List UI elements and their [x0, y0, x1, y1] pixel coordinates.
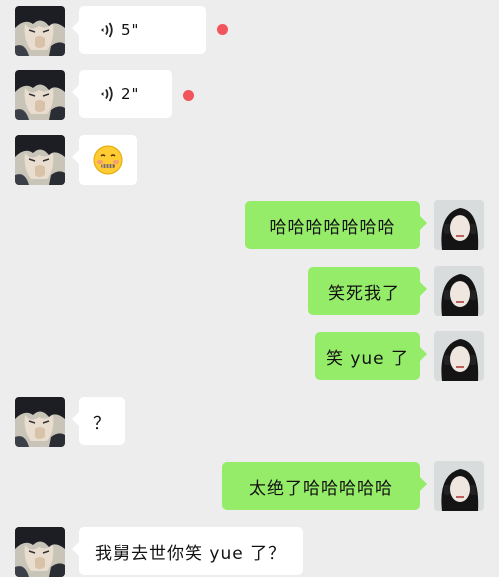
contact-avatar-image: [15, 6, 65, 56]
message-text: ？: [93, 413, 111, 434]
unread-dot: [217, 24, 228, 35]
message-text: 我舅去世你笑 yue 了？: [95, 543, 287, 564]
outgoing-text-bubble[interactable]: 太绝了哈哈哈哈哈: [222, 462, 427, 510]
message-text: 笑死我了: [328, 283, 400, 304]
contact-avatar-image: [15, 527, 65, 577]
incoming-text-bubble[interactable]: 我舅去世你笑 yue 了？: [72, 527, 303, 575]
outgoing-text-bubble[interactable]: 笑死我了: [308, 267, 427, 315]
avatar-self[interactable]: [434, 200, 484, 250]
avatar-self[interactable]: [434, 266, 484, 316]
voice-duration: 5": [121, 21, 140, 39]
self-avatar-image: [434, 331, 484, 381]
voice-wave-icon: [99, 21, 115, 39]
avatar-contact[interactable]: [15, 397, 65, 447]
message-text: 哈哈哈哈哈哈哈: [269, 217, 396, 238]
message-text: 笑 yue 了: [325, 348, 410, 369]
avatar-contact[interactable]: [15, 527, 65, 577]
self-avatar-image: [434, 200, 484, 250]
avatar-contact[interactable]: [15, 70, 65, 120]
incoming-text-bubble[interactable]: ？: [72, 397, 125, 445]
outgoing-text-bubble[interactable]: 哈哈哈哈哈哈哈: [245, 201, 427, 249]
zipper-mouth-face-emoji-icon: [93, 145, 123, 175]
contact-avatar-image: [15, 397, 65, 447]
avatar-contact[interactable]: [15, 135, 65, 185]
message-text: 太绝了哈哈哈哈哈: [249, 478, 393, 499]
voice-wave-icon: [99, 85, 115, 103]
self-avatar-image: [434, 461, 484, 511]
voice-duration: 2": [121, 85, 140, 103]
self-avatar-image: [434, 266, 484, 316]
contact-avatar-image: [15, 135, 65, 185]
outgoing-text-bubble[interactable]: 笑 yue 了: [315, 332, 427, 380]
contact-avatar-image: [15, 70, 65, 120]
unread-dot: [183, 90, 194, 101]
voice-message-bubble[interactable]: 5": [72, 6, 206, 54]
voice-message-bubble[interactable]: 2": [72, 70, 172, 118]
avatar-contact[interactable]: [15, 6, 65, 56]
avatar-self[interactable]: [434, 461, 484, 511]
avatar-self[interactable]: [434, 331, 484, 381]
emoji-message-bubble[interactable]: [72, 135, 137, 185]
